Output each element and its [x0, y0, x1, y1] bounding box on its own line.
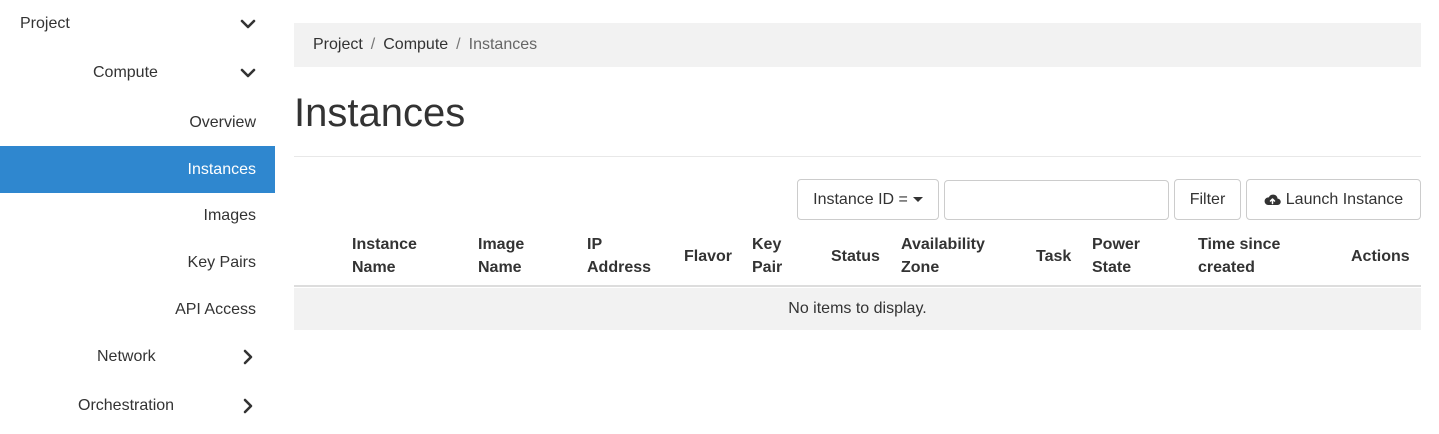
breadcrumb: Project / Compute / Instances: [294, 23, 1421, 67]
sidebar-section-compute[interactable]: Compute: [0, 57, 275, 89]
sidebar-section-label: Network: [97, 348, 156, 365]
empty-message: No items to display.: [788, 300, 927, 317]
sidebar-item-label: API Access: [175, 300, 256, 318]
column-header-availability-zone[interactable]: Availability Zone: [901, 227, 985, 285]
sidebar-item-instances[interactable]: Instances: [0, 146, 275, 193]
sidebar-section-orchestration[interactable]: Orchestration: [0, 390, 275, 422]
chevron-right-icon: [240, 398, 256, 414]
breadcrumb-item-project[interactable]: Project: [313, 36, 363, 54]
sidebar-item-label: Instances: [187, 160, 256, 178]
table-empty-row: No items to display.: [294, 288, 1421, 330]
sidebar-item-label: Images: [203, 206, 256, 224]
breadcrumb-item-instances: Instances: [468, 36, 538, 53]
column-header-instance-name[interactable]: Instance Name: [352, 227, 417, 285]
sidebar-item-images[interactable]: Images: [0, 192, 275, 239]
sidebar-section-label: Project: [20, 15, 70, 32]
divider: [294, 156, 1421, 157]
launch-instance-label: Launch Instance: [1285, 190, 1404, 208]
column-header-line: State: [1092, 259, 1132, 276]
column-header-line: Availability: [901, 236, 985, 253]
cloud-upload-icon: [1264, 193, 1281, 206]
column-header-power-state[interactable]: Power State: [1092, 227, 1140, 285]
filter-input[interactable]: [944, 180, 1169, 220]
column-header-line: Actions: [1351, 247, 1410, 265]
column-header-line: Image: [478, 236, 525, 253]
column-header-flavor[interactable]: Flavor: [684, 227, 732, 285]
sidebar-item-api-access[interactable]: API Access: [0, 286, 275, 333]
breadcrumb-separator: /: [370, 36, 376, 53]
column-header-ip-address[interactable]: IP Address: [587, 227, 651, 285]
chevron-down-icon: [240, 16, 256, 32]
column-header-image-name[interactable]: Image Name: [478, 227, 524, 285]
column-header-line: Time since: [1198, 236, 1281, 253]
sidebar-section-label: Compute: [93, 64, 158, 81]
column-header-actions: Actions: [1351, 227, 1410, 285]
column-header-line: Name: [478, 259, 522, 276]
chevron-down-icon: [240, 65, 256, 81]
sidebar: Project Compute Overview Instances Image…: [0, 0, 275, 434]
column-header-line: IP: [587, 236, 603, 253]
sidebar-section-network[interactable]: Network: [0, 341, 275, 373]
column-header-line: Flavor: [684, 247, 733, 265]
filter-field-label: Instance ID =: [813, 190, 908, 208]
sidebar-section-project[interactable]: Project: [0, 8, 275, 40]
column-header-line: Name: [352, 259, 396, 276]
breadcrumb-separator: /: [456, 36, 461, 53]
column-header-line: Power: [1092, 236, 1141, 253]
column-header-line: created: [1198, 259, 1255, 276]
sidebar-section-label: Orchestration: [78, 397, 175, 414]
column-header-task[interactable]: Task: [1036, 227, 1071, 285]
column-header-line: Zone: [901, 259, 940, 276]
column-header-line: Address: [587, 259, 652, 276]
sidebar-item-overview[interactable]: Overview: [0, 99, 275, 146]
sidebar-item-key-pairs[interactable]: Key Pairs: [0, 239, 275, 286]
caret-down-icon: [912, 197, 923, 202]
page-title: Instances: [294, 91, 466, 135]
filter-button[interactable]: Filter: [1174, 179, 1241, 220]
column-header-line: Task: [1036, 247, 1072, 265]
filter-button-label: Filter: [1189, 190, 1226, 208]
column-header-key-pair[interactable]: Key Pair: [752, 227, 782, 285]
column-header-line: Key: [752, 236, 782, 253]
column-header-line: Instance: [352, 236, 417, 253]
sidebar-item-label: Key Pairs: [187, 253, 256, 271]
filter-field-dropdown[interactable]: Instance ID =: [797, 179, 939, 220]
chevron-right-icon: [240, 349, 256, 365]
column-header-line: Pair: [752, 259, 783, 276]
breadcrumb-item-compute[interactable]: Compute: [383, 36, 448, 54]
sidebar-item-label: Overview: [189, 113, 256, 131]
column-header-time-since-created[interactable]: Time since created: [1198, 227, 1280, 285]
table-header: Instance Name Image Name IP Address Flavor …: [294, 227, 1421, 287]
column-header-status[interactable]: Status: [831, 227, 880, 285]
column-header-line: Status: [831, 247, 880, 265]
launch-instance-button[interactable]: Launch Instance: [1246, 179, 1421, 220]
